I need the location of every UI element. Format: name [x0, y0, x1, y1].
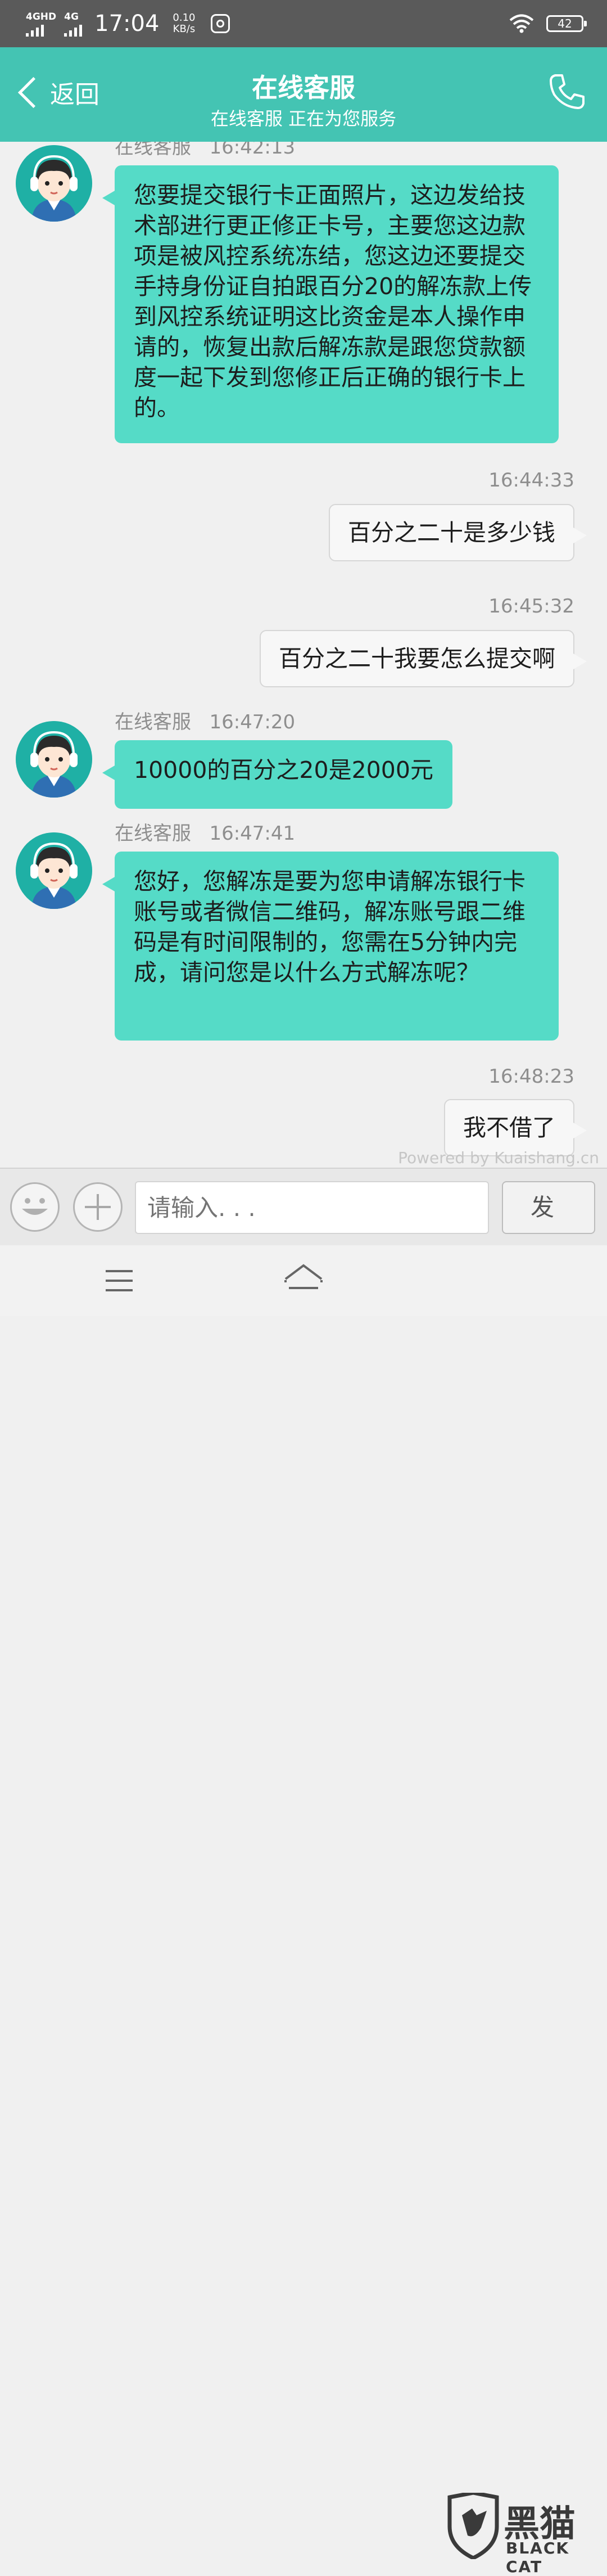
user-message-bubble: 百分之二十我要怎么提交啊 [260, 630, 587, 687]
message-text: 您好，您解冻是要为您申请解冻银行卡账号或者微信二维码，解冻账号跟二维码是有时间限… [134, 868, 526, 986]
agent-avatar-icon [16, 145, 92, 222]
black-cat-shield-icon [447, 2493, 499, 2559]
app-notification-icon [211, 14, 230, 33]
network-speed-value: 0.10 [173, 12, 196, 24]
header: 返回 在线客服 在线客服 正在为您服务 [0, 47, 607, 142]
user-message-bubble: 我不借了 [444, 1099, 587, 1156]
message-sender: 在线客服 [115, 822, 191, 845]
page-subtitle: 在线客服 正在为您服务 [210, 108, 397, 129]
avatar [16, 145, 92, 222]
message-text: 我不借了 [463, 1114, 555, 1141]
network-speed-unit: KB/s [173, 23, 196, 35]
message-time: 16:45:32 [488, 595, 574, 618]
message-text: 百分之二十是多少钱 [348, 519, 555, 546]
signal-icon: 4G [64, 11, 83, 37]
network-speed: 0.10 KB/s [173, 12, 195, 35]
message-time: 16:47:41 [209, 822, 296, 845]
emoji-button[interactable] [10, 1182, 60, 1232]
avatar [16, 832, 92, 909]
agent-avatar-icon [16, 721, 92, 798]
message-meta: 在线客服 16:47:20 [115, 706, 295, 734]
input-bar: 发 送 [0, 1168, 607, 1272]
user-message-bubble: 百分之二十是多少钱 [329, 504, 587, 561]
agent-message-bubble: 您要提交银行卡正面照片，这边发给技术部进行更正修正卡号，主要您这边款项是被风控系… [102, 165, 559, 443]
avatar [16, 721, 92, 798]
signal-icon: 4GHD [26, 11, 56, 37]
message-text: 10000的百分之20是2000元 [134, 756, 433, 783]
agent-avatar-icon [16, 832, 92, 909]
page-title: 在线客服 [252, 73, 355, 103]
message-text: 百分之二十我要怎么提交啊 [279, 645, 555, 672]
message-time: 16:48:23 [488, 1065, 574, 1088]
message-meta: 在线客服 16:47:41 [115, 818, 295, 845]
emoji-icon [22, 1198, 48, 1215]
message-time: 16:47:20 [209, 711, 296, 733]
chat-area[interactable]: 在线客服 16:42:13 您要提交银行卡正面照片，这边发给技术部进行更正修正卡… [0, 142, 607, 1168]
message-sender: 在线客服 [115, 711, 191, 733]
add-button[interactable] [73, 1182, 123, 1232]
system-nav-bar: 黑猫 BLACK CAT [0, 1245, 607, 2576]
plus-icon [85, 1194, 111, 1220]
message-input[interactable] [135, 1181, 489, 1234]
powered-by-label: Powered by Kuaishang.cn [398, 1149, 599, 1167]
agent-message-bubble: 10000的百分之20是2000元 [102, 740, 452, 809]
send-button[interactable]: 发 送 [502, 1181, 595, 1272]
phone-icon[interactable] [547, 72, 587, 111]
watermark-subtitle: BLACK CAT [506, 2539, 570, 2576]
agent-message-bubble: 您好，您解冻是要为您申请解冻银行卡账号或者微信二维码，解冻账号跟二维码是有时间限… [102, 852, 559, 1041]
message-sender: 在线客服 [115, 142, 191, 159]
menu-icon[interactable] [103, 1268, 135, 1294]
message-meta: 在线客服 16:42:13 [115, 142, 295, 159]
black-cat-watermark: 黑猫 BLACK CAT [445, 2493, 601, 2576]
home-icon[interactable] [283, 1263, 324, 1295]
status-bar: 4GHD 4G 17:04 0.10 KB/s 42 [0, 0, 607, 47]
battery-level: 42 [558, 17, 572, 30]
message-time: 16:42:13 [209, 142, 296, 159]
message-time: 16:44:33 [488, 469, 574, 492]
message-text: 您要提交银行卡正面照片，这边发给技术部进行更正修正卡号，主要您这边款项是被风控系… [134, 182, 532, 421]
status-time: 17:04 [94, 11, 160, 37]
wifi-icon [509, 14, 534, 33]
battery-icon: 42 [546, 15, 587, 32]
